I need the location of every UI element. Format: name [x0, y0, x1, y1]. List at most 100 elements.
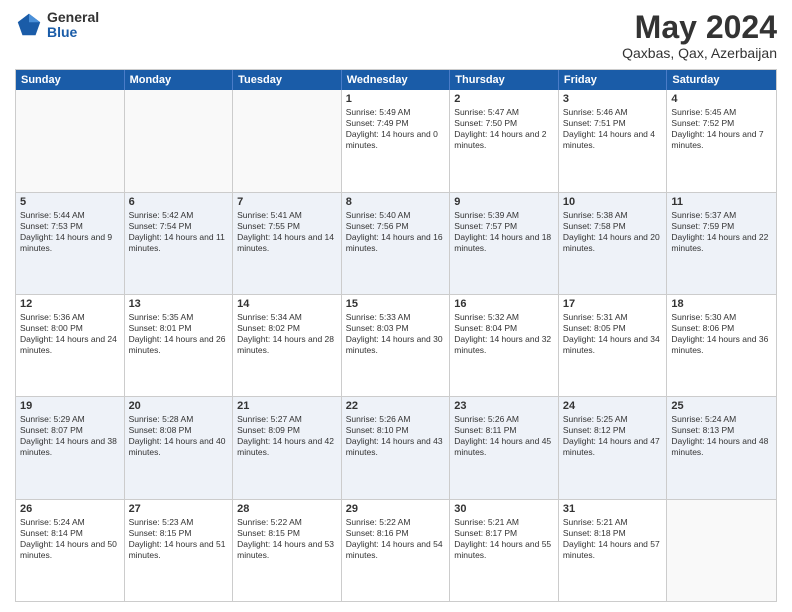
- cell-w2-d0: 5Sunrise: 5:44 AM Sunset: 7:53 PM Daylig…: [16, 193, 125, 294]
- calendar-header: Sunday Monday Tuesday Wednesday Thursday…: [16, 70, 776, 90]
- cell-info-7: Sunrise: 5:41 AM Sunset: 7:55 PM Dayligh…: [237, 210, 337, 254]
- cell-info-24: Sunrise: 5:25 AM Sunset: 8:12 PM Dayligh…: [563, 414, 663, 458]
- day-num-13: 13: [129, 298, 229, 310]
- day-num-22: 22: [346, 400, 446, 412]
- cell-info-29: Sunrise: 5:22 AM Sunset: 8:16 PM Dayligh…: [346, 517, 446, 561]
- cell-info-23: Sunrise: 5:26 AM Sunset: 8:11 PM Dayligh…: [454, 414, 554, 458]
- cell-info-3: Sunrise: 5:46 AM Sunset: 7:51 PM Dayligh…: [563, 107, 663, 151]
- cell-info-6: Sunrise: 5:42 AM Sunset: 7:54 PM Dayligh…: [129, 210, 229, 254]
- cell-w4-d1: 20 Sunrise: 5:28 AM Sunset: 8:08 PM Dayli…: [125, 397, 234, 498]
- header-tuesday: Tuesday: [233, 70, 342, 90]
- cell-info-20: Sunrise: 5:28 AM Sunset: 8:08 PM Dayligh…: [129, 414, 229, 458]
- cell-w5-d5: 31Sunrise: 5:21 AM Sunset: 8:18 PM Dayli…: [559, 500, 668, 601]
- cell-info-14: Sunrise: 5:34 AM Sunset: 8:02 PM Dayligh…: [237, 312, 337, 356]
- cell-info-17: Sunrise: 5:31 AM Sunset: 8:05 PM Dayligh…: [563, 312, 663, 356]
- day-num-30: 30: [454, 503, 554, 515]
- day-num-31: 31: [563, 503, 663, 515]
- day-num-17: 17: [563, 298, 663, 310]
- cell-info-19: Sunrise: 5:29 AM Sunset: 8:07 PM Dayligh…: [20, 414, 120, 458]
- cell-w5-d1: 27 Sunrise: 5:23 AM Sunset: 8:15 PM Dayli…: [125, 500, 234, 601]
- cell-w3-d4: 16 Sunrise: 5:32 AM Sunset: 8:04 PM Dayli…: [450, 295, 559, 396]
- day-num-28: 28: [237, 503, 337, 515]
- cell-w5-d0: 26Sunrise: 5:24 AM Sunset: 8:14 PM Dayli…: [16, 500, 125, 601]
- cell-w1-d3: 1 Sunrise: 5:49 AM Sunset: 7:49 PM Daylig…: [342, 90, 451, 191]
- calendar: Sunday Monday Tuesday Wednesday Thursday…: [15, 69, 777, 602]
- cell-info-8: Sunrise: 5:40 AM Sunset: 7:56 PM Dayligh…: [346, 210, 446, 254]
- calendar-body: 1 Sunrise: 5:49 AM Sunset: 7:49 PM Daylig…: [16, 90, 776, 601]
- cell-w5-d3: 29Sunrise: 5:22 AM Sunset: 8:16 PM Dayli…: [342, 500, 451, 601]
- day-num-24: 24: [563, 400, 663, 412]
- cell-w3-d1: 13Sunrise: 5:35 AM Sunset: 8:01 PM Dayli…: [125, 295, 234, 396]
- cell-w1-d1: [125, 90, 234, 191]
- cell-w3-d2: 14Sunrise: 5:34 AM Sunset: 8:02 PM Dayli…: [233, 295, 342, 396]
- cell-info-16: Sunrise: 5:32 AM Sunset: 8:04 PM Dayligh…: [454, 312, 554, 356]
- cell-w4-d0: 19 Sunrise: 5:29 AM Sunset: 8:07 PM Dayli…: [16, 397, 125, 498]
- cell-info-11: Sunrise: 5:37 AM Sunset: 7:59 PM Dayligh…: [671, 210, 772, 254]
- cell-w4-d2: 21 Sunrise: 5:27 AM Sunset: 8:09 PM Dayli…: [233, 397, 342, 498]
- cell-info-2: Sunrise: 5:47 AM Sunset: 7:50 PM Dayligh…: [454, 107, 554, 151]
- cell-info-28: Sunrise: 5:22 AM Sunset: 8:15 PM Dayligh…: [237, 517, 337, 561]
- logo-blue-label: Blue: [47, 25, 99, 40]
- cell-w3-d3: 15 Sunrise: 5:33 AM Sunset: 8:03 PM Dayli…: [342, 295, 451, 396]
- cell-w3-d5: 17 Sunrise: 5:31 AM Sunset: 8:05 PM Dayli…: [559, 295, 668, 396]
- cell-info-30: Sunrise: 5:21 AM Sunset: 8:17 PM Dayligh…: [454, 517, 554, 561]
- cell-w2-d2: 7 Sunrise: 5:41 AM Sunset: 7:55 PM Daylig…: [233, 193, 342, 294]
- cell-info-18: Sunrise: 5:30 AM Sunset: 8:06 PM Dayligh…: [671, 312, 772, 356]
- cell-w1-d6: 4Sunrise: 5:45 AM Sunset: 7:52 PM Daylig…: [667, 90, 776, 191]
- day-num-9: 9: [454, 196, 554, 208]
- cell-w2-d6: 11Sunrise: 5:37 AM Sunset: 7:59 PM Dayli…: [667, 193, 776, 294]
- cell-w4-d6: 25Sunrise: 5:24 AM Sunset: 8:13 PM Dayli…: [667, 397, 776, 498]
- cell-info-22: Sunrise: 5:26 AM Sunset: 8:10 PM Dayligh…: [346, 414, 446, 458]
- day-num-21: 21: [237, 400, 337, 412]
- cell-w3-d6: 18 Sunrise: 5:30 AM Sunset: 8:06 PM Dayli…: [667, 295, 776, 396]
- day-num-27: 27: [129, 503, 229, 515]
- day-num-10: 10: [563, 196, 663, 208]
- week-row-4: 19 Sunrise: 5:29 AM Sunset: 8:07 PM Dayli…: [16, 397, 776, 499]
- day-num-16: 16: [454, 298, 554, 310]
- day-num-6: 6: [129, 196, 229, 208]
- day-num-26: 26: [20, 503, 120, 515]
- logo-icon: [15, 11, 43, 39]
- day-num-2: 2: [454, 93, 554, 105]
- day-num-8: 8: [346, 196, 446, 208]
- cell-info-12: Sunrise: 5:36 AM Sunset: 8:00 PM Dayligh…: [20, 312, 120, 356]
- cell-info-4: Sunrise: 5:45 AM Sunset: 7:52 PM Dayligh…: [671, 107, 772, 151]
- header: General Blue May 2024 Qaxbas, Qax, Azerb…: [15, 10, 777, 61]
- cell-w5-d4: 30 Sunrise: 5:21 AM Sunset: 8:17 PM Dayli…: [450, 500, 559, 601]
- cell-info-15: Sunrise: 5:33 AM Sunset: 8:03 PM Dayligh…: [346, 312, 446, 356]
- cell-w1-d0: [16, 90, 125, 191]
- title-section: May 2024 Qaxbas, Qax, Azerbaijan: [622, 10, 777, 61]
- day-num-5: 5: [20, 196, 120, 208]
- day-num-20: 20: [129, 400, 229, 412]
- day-num-15: 15: [346, 298, 446, 310]
- cell-w4-d4: 23 Sunrise: 5:26 AM Sunset: 8:11 PM Dayli…: [450, 397, 559, 498]
- cell-w1-d2: [233, 90, 342, 191]
- week-row-3: 12 Sunrise: 5:36 AM Sunset: 8:00 PM Dayli…: [16, 295, 776, 397]
- cell-w5-d2: 28 Sunrise: 5:22 AM Sunset: 8:15 PM Dayli…: [233, 500, 342, 601]
- cell-info-10: Sunrise: 5:38 AM Sunset: 7:58 PM Dayligh…: [563, 210, 663, 254]
- day-num-18: 18: [671, 298, 772, 310]
- cell-w2-d1: 6 Sunrise: 5:42 AM Sunset: 7:54 PM Daylig…: [125, 193, 234, 294]
- day-num-19: 19: [20, 400, 120, 412]
- header-monday: Monday: [125, 70, 234, 90]
- cell-info-1: Sunrise: 5:49 AM Sunset: 7:49 PM Dayligh…: [346, 107, 446, 151]
- header-wednesday: Wednesday: [342, 70, 451, 90]
- header-friday: Friday: [559, 70, 668, 90]
- cell-info-27: Sunrise: 5:23 AM Sunset: 8:15 PM Dayligh…: [129, 517, 229, 561]
- day-num-7: 7: [237, 196, 337, 208]
- week-row-1: 1 Sunrise: 5:49 AM Sunset: 7:49 PM Daylig…: [16, 90, 776, 192]
- day-num-12: 12: [20, 298, 120, 310]
- cell-info-21: Sunrise: 5:27 AM Sunset: 8:09 PM Dayligh…: [237, 414, 337, 458]
- header-thursday: Thursday: [450, 70, 559, 90]
- cell-w3-d0: 12 Sunrise: 5:36 AM Sunset: 8:00 PM Dayli…: [16, 295, 125, 396]
- day-num-3: 3: [563, 93, 663, 105]
- day-num-23: 23: [454, 400, 554, 412]
- week-row-2: 5Sunrise: 5:44 AM Sunset: 7:53 PM Daylig…: [16, 193, 776, 295]
- cell-w4-d3: 22 Sunrise: 5:26 AM Sunset: 8:10 PM Dayli…: [342, 397, 451, 498]
- week-row-5: 26Sunrise: 5:24 AM Sunset: 8:14 PM Dayli…: [16, 500, 776, 601]
- cell-w1-d5: 3 Sunrise: 5:46 AM Sunset: 7:51 PM Daylig…: [559, 90, 668, 191]
- logo-general-label: General: [47, 10, 99, 25]
- cell-w2-d4: 9Sunrise: 5:39 AM Sunset: 7:57 PM Daylig…: [450, 193, 559, 294]
- cell-info-25: Sunrise: 5:24 AM Sunset: 8:13 PM Dayligh…: [671, 414, 772, 458]
- day-num-1: 1: [346, 93, 446, 105]
